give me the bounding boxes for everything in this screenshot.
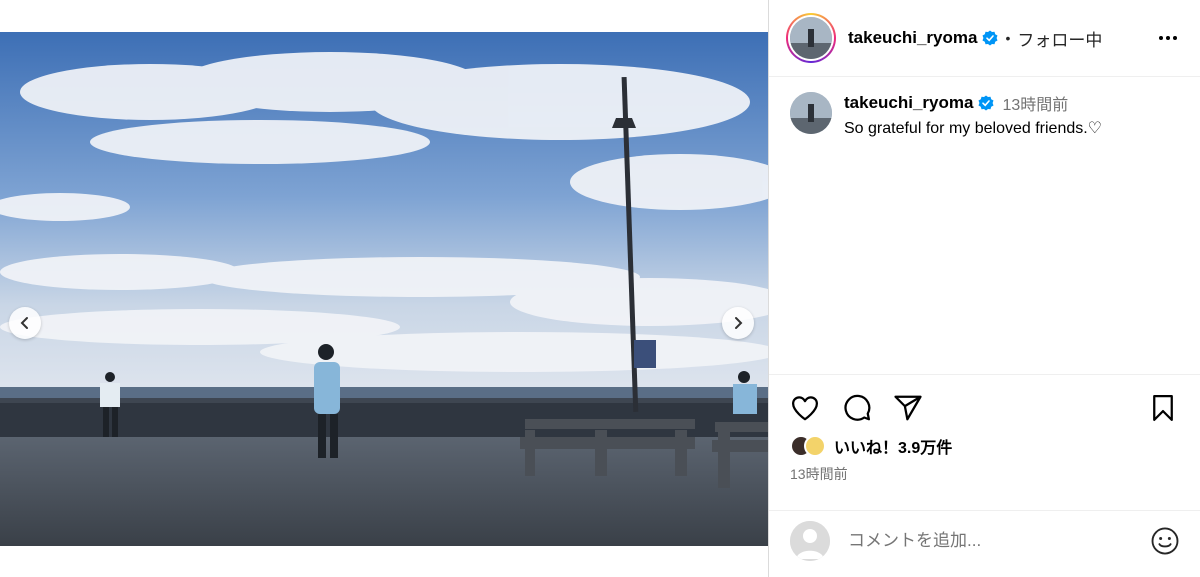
comment-input[interactable]: [848, 531, 1128, 551]
current-user-avatar: [790, 521, 830, 561]
caption-time: 13時間前: [1002, 97, 1069, 114]
next-image-button[interactable]: [722, 307, 754, 339]
more-options-button[interactable]: [1156, 26, 1180, 50]
comment-composer: [790, 520, 1180, 562]
heart-icon: [792, 396, 818, 421]
following-button[interactable]: フォロー中: [1017, 26, 1102, 51]
post-image[interactable]: [0, 32, 768, 546]
caption: takeuchi_ryoma 13時間前 So grateful for my …: [790, 92, 1102, 138]
more-icon: [1159, 36, 1177, 40]
chevron-right-icon: [735, 317, 743, 329]
likes-section: いいね！3.9万件: [790, 434, 952, 458]
liker-avatar[interactable]: [804, 435, 826, 457]
share-button[interactable]: [893, 393, 923, 423]
username-link[interactable]: takeuchi_ryoma: [848, 28, 977, 48]
likes-count[interactable]: いいね！3.9万件: [834, 434, 952, 458]
caption-text: So grateful for my beloved friends.♡: [844, 120, 1103, 137]
instagram-post: takeuchi_ryoma • フォロー中 takeuchi_ryoma 13…: [0, 0, 1200, 577]
like-button[interactable]: [790, 393, 820, 423]
action-bar: [790, 393, 1173, 423]
divider: [769, 510, 1200, 511]
prev-image-button[interactable]: [9, 307, 41, 339]
separator-dot: •: [1005, 30, 1011, 46]
avatar[interactable]: [790, 17, 832, 59]
story-ring[interactable]: [786, 13, 836, 63]
divider: [769, 374, 1200, 375]
post-header: takeuchi_ryoma • フォロー中: [769, 0, 1200, 77]
emoji-button[interactable]: [1150, 526, 1180, 556]
caption-username[interactable]: takeuchi_ryoma: [844, 93, 973, 113]
verified-icon: [978, 95, 994, 111]
comment-icon: [844, 394, 871, 421]
verified-icon: [982, 30, 998, 46]
post-details-panel: takeuchi_ryoma • フォロー中 takeuchi_ryoma 13…: [769, 0, 1200, 577]
photo-seaside: [0, 32, 768, 546]
save-button[interactable]: [1148, 393, 1178, 423]
share-icon: [894, 395, 922, 421]
bookmark-icon: [1153, 395, 1173, 421]
comment-button[interactable]: [842, 393, 872, 423]
post-timestamp[interactable]: 13時間前: [790, 464, 848, 484]
caption-avatar[interactable]: [790, 92, 832, 134]
emoji-icon: [1151, 527, 1179, 555]
chevron-left-icon: [20, 317, 28, 329]
default-avatar-icon: [790, 521, 830, 561]
